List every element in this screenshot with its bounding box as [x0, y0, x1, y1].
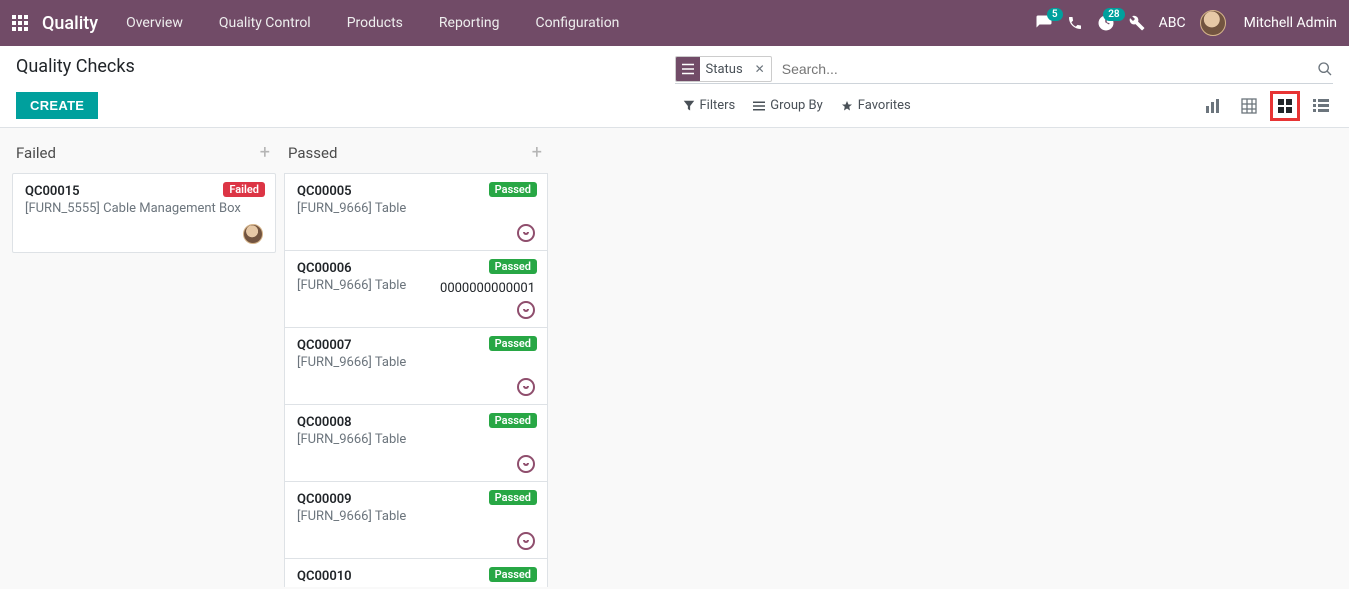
card-product: [FURN_9666] Table: [297, 432, 535, 447]
view-switcher: [1201, 94, 1333, 118]
create-button[interactable]: CREATE: [16, 92, 98, 119]
navbar-right: 5 28 ABC Mitchell Admin: [1035, 10, 1337, 36]
funnel-icon: [683, 100, 695, 112]
user-name[interactable]: Mitchell Admin: [1244, 15, 1337, 31]
column-add-icon[interactable]: +: [532, 142, 542, 163]
kanban-board: Failed + Failed QC00015 [FURN_5555] Cabl…: [0, 128, 1349, 587]
breadcrumb: Quality Checks: [16, 56, 675, 82]
app-brand[interactable]: Quality: [42, 13, 98, 34]
groupby-button[interactable]: Group By: [753, 98, 823, 113]
column-header[interactable]: Passed +: [284, 136, 548, 173]
kanban-card[interactable]: Passed QC00007 [FURN_9666] Table: [284, 328, 548, 405]
favorites-label: Favorites: [858, 98, 911, 113]
nav-configuration[interactable]: Configuration: [521, 0, 633, 46]
filters-button[interactable]: Filters: [683, 98, 736, 113]
status-badge: Passed: [489, 259, 537, 274]
card-product: [FURN_9666] Table: [297, 201, 535, 216]
assignee-avatar[interactable]: [243, 224, 263, 244]
messages-icon[interactable]: 5: [1035, 14, 1053, 32]
control-panel: Quality Checks Status ✕ CREATE Filters: [0, 46, 1349, 128]
list-icon: [676, 57, 700, 81]
view-graph-icon[interactable]: [1201, 94, 1225, 118]
facet-label: Status: [700, 62, 749, 77]
view-list-icon[interactable]: [1309, 94, 1333, 118]
nav-products[interactable]: Products: [333, 0, 417, 46]
star-icon: [841, 100, 853, 112]
nav-reporting[interactable]: Reporting: [425, 0, 514, 46]
status-badge: Failed: [223, 182, 265, 197]
activities-icon[interactable]: 28: [1097, 14, 1115, 32]
priority-icon[interactable]: [517, 455, 535, 473]
column-title: Failed: [16, 144, 56, 162]
card-product: [FURN_5555] Cable Management Box: [25, 201, 263, 216]
page-title: Quality Checks: [16, 56, 675, 77]
search-facet-status[interactable]: Status ✕: [675, 56, 772, 82]
facet-remove-icon[interactable]: ✕: [749, 62, 771, 76]
navbar: Quality Overview Quality Control Product…: [0, 0, 1349, 46]
activities-badge: 28: [1103, 8, 1124, 21]
column-title: Passed: [288, 144, 337, 162]
card-extra: 0000000000001: [440, 281, 535, 296]
view-pivot-icon[interactable]: [1237, 94, 1261, 118]
kanban-card[interactable]: Failed QC00015 [FURN_5555] Cable Managem…: [12, 173, 276, 253]
column-add-icon[interactable]: +: [260, 142, 270, 163]
kanban-card[interactable]: Passed QC00008 [FURN_9666] Table: [284, 405, 548, 482]
priority-icon[interactable]: [517, 224, 535, 242]
search-icon[interactable]: [1317, 61, 1333, 77]
status-badge: Passed: [489, 336, 537, 351]
kanban-column-passed: Passed + Passed QC00005 [FURN_9666] Tabl…: [280, 136, 552, 587]
kanban-card[interactable]: Passed QC00010: [284, 559, 548, 587]
view-kanban-icon[interactable]: [1273, 94, 1297, 118]
groupby-label: Group By: [770, 98, 823, 113]
nav-quality-control[interactable]: Quality Control: [205, 0, 325, 46]
user-avatar[interactable]: [1200, 10, 1226, 36]
priority-icon[interactable]: [517, 301, 535, 319]
kanban-column-failed: Failed + Failed QC00015 [FURN_5555] Cabl…: [8, 136, 280, 261]
priority-icon[interactable]: [517, 378, 535, 396]
action-buttons: CREATE: [16, 92, 675, 119]
column-header[interactable]: Failed +: [12, 136, 276, 173]
messages-badge: 5: [1047, 8, 1063, 21]
status-badge: Passed: [489, 182, 537, 197]
kanban-card[interactable]: Passed QC00005 [FURN_9666] Table: [284, 173, 548, 251]
debug-icon[interactable]: [1129, 15, 1145, 31]
search-input[interactable]: [778, 56, 1311, 82]
search-area: Status ✕: [675, 56, 1334, 82]
groupby-icon: [753, 100, 765, 112]
nav-overview[interactable]: Overview: [112, 0, 197, 46]
kanban-card[interactable]: Passed QC00009 [FURN_9666] Table: [284, 482, 548, 559]
tenant-label[interactable]: ABC: [1159, 15, 1186, 31]
card-product: [FURN_9666] Table: [297, 355, 535, 370]
search-and-views: Filters Group By Favorites: [675, 92, 1334, 119]
status-badge: Passed: [489, 413, 537, 428]
search-options: Filters Group By Favorites: [683, 98, 911, 113]
status-badge: Passed: [489, 490, 537, 505]
apps-icon[interactable]: [12, 15, 28, 31]
card-product: [FURN_9666] Table: [297, 509, 535, 524]
kanban-card[interactable]: Passed QC00006 [FURN_9666] Table 0000000…: [284, 251, 548, 328]
phone-icon[interactable]: [1067, 15, 1083, 31]
filters-label: Filters: [700, 98, 736, 113]
favorites-button[interactable]: Favorites: [841, 98, 911, 113]
status-badge: Passed: [489, 567, 537, 582]
priority-icon[interactable]: [517, 532, 535, 550]
